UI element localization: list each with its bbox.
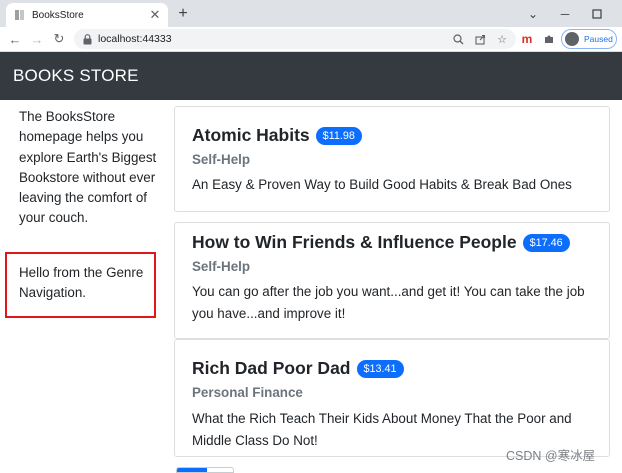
- sidebar-description: The BooksStore homepage helps you explor…: [19, 109, 157, 226]
- page-favicon-icon: [14, 9, 26, 21]
- tab-title: BooksStore: [32, 9, 84, 21]
- book-category: Self-Help: [192, 152, 251, 167]
- reload-icon[interactable]: ↻: [50, 30, 68, 48]
- book-title-row: Rich Dad Poor Dad $13.41: [192, 358, 404, 379]
- book-card: Atomic Habits $11.98 Self-Help An Easy & …: [174, 106, 610, 212]
- book-title: Rich Dad Poor Dad: [192, 358, 351, 378]
- price-badge: $17.46: [522, 234, 570, 252]
- book-category: Self-Help: [192, 259, 251, 274]
- avatar: [565, 32, 579, 46]
- watermark: CSDN @寒冰屋: [506, 449, 596, 463]
- book-title-row: Atomic Habits $11.98: [192, 125, 362, 146]
- price-badge: $13.41: [356, 360, 404, 378]
- lock-icon: [82, 33, 92, 45]
- site-navbar: BOOKS STORE: [0, 52, 622, 100]
- bookmark-star-icon[interactable]: ☆: [494, 31, 510, 47]
- pagination-partial[interactable]: [176, 467, 234, 473]
- tab-search-chevron-icon[interactable]: ⌄: [518, 0, 548, 27]
- book-title-row: How to Win Friends & Influence People $17…: [192, 232, 570, 253]
- book-description: You can go after the job you want...and …: [192, 284, 585, 321]
- book-card: Rich Dad Poor Dad $13.41 Personal Finance…: [174, 339, 610, 457]
- book-card: How to Win Friends & Influence People $17…: [174, 222, 610, 339]
- book-title: Atomic Habits: [192, 125, 310, 145]
- browser-tab[interactable]: BooksStore ✕: [6, 3, 168, 27]
- back-icon[interactable]: ←: [6, 30, 24, 48]
- book-description: An Easy & Proven Way to Build Good Habit…: [192, 177, 572, 192]
- share-icon[interactable]: [472, 31, 488, 47]
- profile-status-label: Paused: [584, 34, 613, 44]
- price-badge: $11.98: [315, 127, 362, 145]
- url-text: localhost:44333: [98, 33, 172, 45]
- book-title: How to Win Friends & Influence People: [192, 232, 517, 252]
- forward-icon[interactable]: →: [28, 30, 46, 48]
- browser-tab-strip: BooksStore ✕ + ⌄ ─: [0, 0, 622, 27]
- extensions-puzzle-icon[interactable]: [541, 31, 557, 47]
- profile-button[interactable]: Paused: [561, 29, 617, 49]
- new-tab-icon[interactable]: +: [174, 5, 192, 23]
- zoom-icon[interactable]: [450, 31, 466, 47]
- navbar-brand[interactable]: BOOKS STORE: [13, 66, 139, 86]
- address-bar[interactable]: localhost:44333 ☆: [74, 29, 516, 49]
- maximize-icon[interactable]: [582, 0, 612, 27]
- extension-m-icon[interactable]: m: [519, 31, 535, 47]
- minimize-icon[interactable]: ─: [550, 0, 580, 27]
- genre-navigation: Hello from the Genre Navigation.: [19, 265, 144, 301]
- book-category: Personal Finance: [192, 385, 303, 400]
- browser-toolbar: ← → ↻ localhost:44333 ☆ m Paused: [0, 27, 622, 52]
- close-tab-icon[interactable]: ✕: [147, 7, 163, 23]
